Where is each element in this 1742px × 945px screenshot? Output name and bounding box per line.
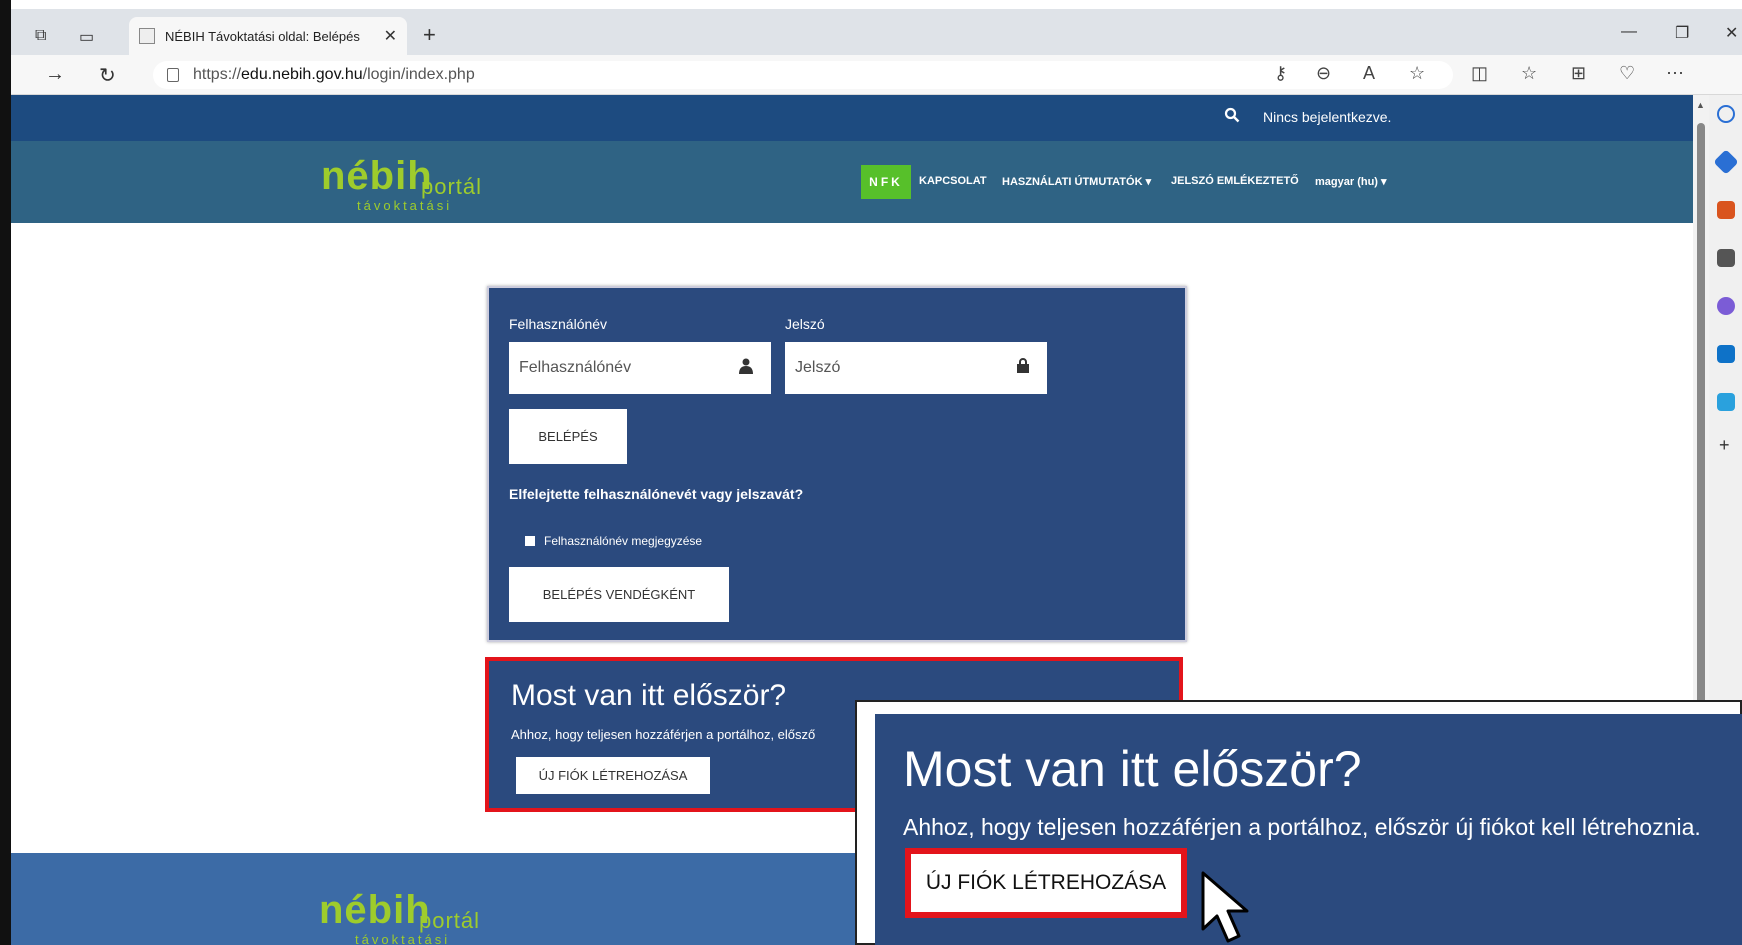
key-icon[interactable]: ⚷ [1274, 63, 1287, 84]
url-prefix: https:// [193, 66, 242, 83]
user-icon [739, 358, 753, 378]
first-time-heading: Most van itt először? [511, 679, 787, 712]
username-placeholder: Felhasználónév [519, 359, 632, 376]
browser-address-bar: → ↻ https://edu.nebih.gov.hu/login/index… [11, 55, 1742, 95]
zoom-create-account-button[interactable]: ÚJ FIÓK LÉTREHOZÁSA [905, 848, 1187, 918]
nebih-logo[interactable]: nébih portál távoktatási [311, 154, 511, 213]
footer-logo: nébih portál távoktatási [309, 888, 509, 945]
browser-tab[interactable]: NÉBIH Távoktatási oldal: Belépés ✕ [129, 17, 407, 55]
tab-actions-icon[interactable]: ▭ [79, 27, 94, 47]
logo-brand: nébih [321, 154, 433, 198]
screen-left-edge [0, 0, 11, 945]
menu-jelszo[interactable]: JELSZÓ EMLÉKEZTETŐ [1171, 175, 1299, 187]
new-tab-button[interactable]: + [423, 22, 436, 48]
username-input[interactable]: Felhasználónév [509, 342, 771, 394]
login-card: Felhasználónév Jelszó Felhasználónév Jel… [487, 286, 1187, 642]
zoom-out-icon[interactable]: ⊖ [1316, 63, 1331, 84]
lock-icon [1017, 358, 1029, 377]
split-screen-icon[interactable]: ◫ [1471, 63, 1488, 84]
site-favicon-icon [139, 28, 155, 44]
nfk-badge[interactable]: NFK [861, 165, 911, 199]
discover-icon[interactable] [1713, 149, 1739, 175]
remember-username[interactable]: Felhasználónév megjegyzése [525, 534, 702, 548]
scrollbar-thumb[interactable] [1697, 123, 1705, 773]
tools-icon[interactable] [1717, 201, 1735, 219]
menu-language[interactable]: magyar (hu) ▾ [1315, 175, 1387, 188]
screen: ⧉ ▭ NÉBIH Távoktatási oldal: Belépés ✕ +… [0, 0, 1742, 945]
health-icon[interactable]: ♡ [1619, 63, 1635, 84]
scroll-up-icon[interactable]: ▲ [1696, 100, 1705, 110]
screen-top-edge [0, 0, 1742, 9]
chevron-down-icon: ▾ [1145, 176, 1152, 188]
menu-language-label: magyar (hu) [1315, 176, 1378, 188]
url-host: edu.nebih.gov.hu [241, 66, 363, 83]
collections-icon[interactable]: ⊞ [1571, 63, 1586, 84]
logo-portal: portál [421, 174, 483, 199]
remember-checkbox[interactable] [525, 536, 535, 546]
mouse-cursor-icon [1201, 871, 1249, 943]
lock-icon [167, 68, 179, 82]
workspaces-icon[interactable]: ⧉ [35, 27, 46, 45]
browser-tab-bar: ⧉ ▭ NÉBIH Távoktatási oldal: Belépés ✕ +… [11, 9, 1742, 55]
logo-sub: távoktatási [355, 932, 451, 945]
telegram-icon[interactable] [1717, 393, 1735, 411]
zoom-text: Ahhoz, hogy teljesen hozzáférjen a portá… [903, 814, 1701, 840]
zoom-callout: Most van itt először? Ahhoz, hogy teljes… [855, 700, 1742, 945]
menu-utmutatok-label: HASZNÁLATI ÚTMUTATÓK [1002, 176, 1143, 188]
site-navbar: nébih portál távoktatási NFK KAPCSOLAT H… [11, 141, 1693, 223]
chevron-down-icon: ▾ [1381, 176, 1387, 188]
more-icon[interactable]: ⋯ [1666, 63, 1684, 84]
tab-title: NÉBIH Távoktatási oldal: Belépés [165, 28, 360, 44]
forward-arrow-icon[interactable]: → [45, 63, 65, 86]
window-close-icon[interactable]: ✕ [1725, 23, 1738, 43]
office-icon[interactable] [1717, 297, 1735, 315]
password-placeholder: Jelszó [795, 359, 841, 376]
minimize-icon[interactable]: — [1621, 23, 1637, 41]
games-icon[interactable] [1717, 249, 1735, 267]
search-sidebar-icon[interactable] [1717, 105, 1735, 123]
outlook-icon[interactable] [1717, 345, 1735, 363]
favorites-icon[interactable]: ☆ [1521, 63, 1537, 84]
read-aloud-icon[interactable]: A [1363, 63, 1375, 84]
restore-icon[interactable]: ❐ [1675, 23, 1689, 43]
logo-brand: nébih [319, 888, 431, 932]
reload-icon[interactable]: ↻ [99, 63, 116, 88]
username-label: Felhasználónév [509, 316, 608, 332]
forgot-password-link[interactable]: Elfelejtette felhasználónevét vagy jelsz… [509, 486, 803, 502]
tab-close-icon[interactable]: ✕ [384, 26, 397, 46]
password-input[interactable]: Jelszó [785, 342, 1047, 394]
add-sidebar-icon[interactable]: + [1719, 435, 1730, 456]
logo-portal: portál [419, 908, 481, 933]
logo-sub: távoktatási [357, 198, 453, 213]
password-label: Jelszó [785, 316, 825, 332]
remember-label: Felhasználónév megjegyzése [544, 534, 703, 548]
favorite-star-icon[interactable]: ☆ [1409, 63, 1425, 84]
create-account-button[interactable]: ÚJ FIÓK LÉTREHOZÁSA [516, 757, 710, 794]
guest-login-button[interactable]: BELÉPÉS VENDÉGKÉNT [509, 567, 729, 622]
url-path: /login/index.php [362, 66, 475, 83]
site-top-strip: Nincs bejelentkezve. [11, 95, 1693, 141]
zoom-heading: Most van itt először? [903, 741, 1362, 797]
zoom-callout-card: Most van itt először? Ahhoz, hogy teljes… [875, 714, 1742, 945]
menu-utmutatok[interactable]: HASZNÁLATI ÚTMUTATÓK ▾ [1002, 175, 1151, 188]
login-status: Nincs bejelentkezve. [1263, 109, 1392, 125]
menu-kapcsolat[interactable]: KAPCSOLAT [919, 175, 987, 187]
site-search-icon[interactable] [1224, 107, 1240, 127]
first-time-text: Ahhoz, hogy teljesen hozzáférjen a portá… [511, 727, 816, 742]
login-button[interactable]: BELÉPÉS [509, 409, 627, 464]
url-field[interactable]: https://edu.nebih.gov.hu/login/index.php [153, 61, 1453, 89]
